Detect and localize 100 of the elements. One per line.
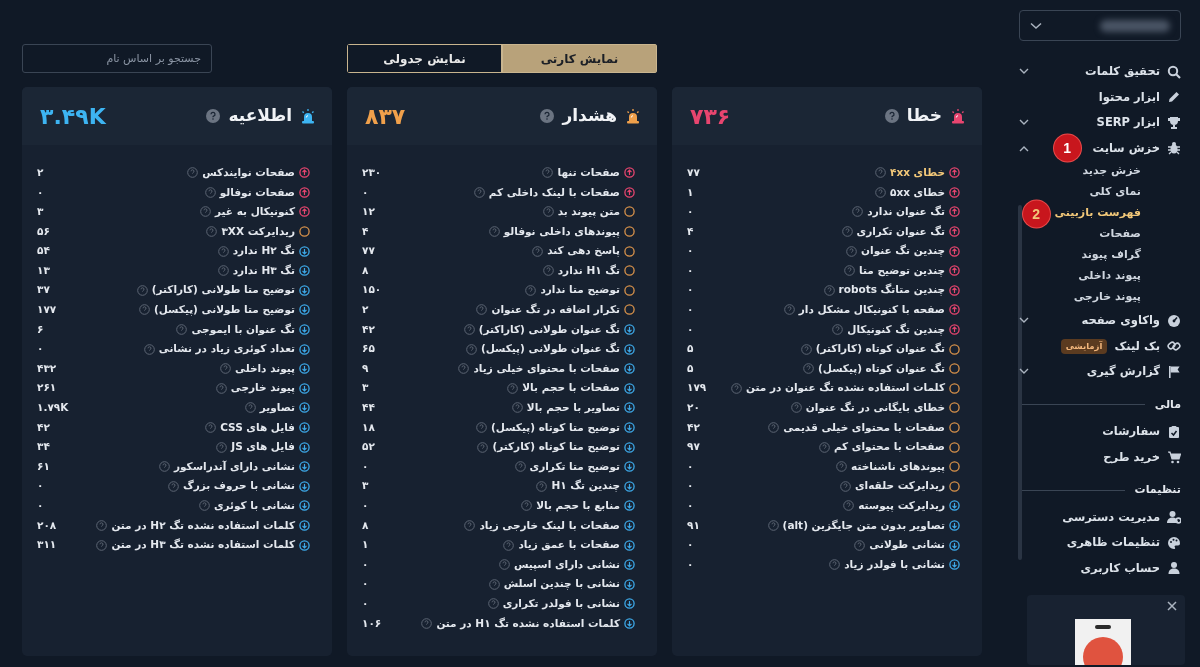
- issue-label[interactable]: نشانی طولانی: [869, 537, 945, 553]
- chevron-icon[interactable]: [1019, 68, 1029, 76]
- issue-label[interactable]: تعداد کوئری زیاد در نشانی: [158, 341, 295, 357]
- issue-label[interactable]: نشانی دارای اسپیس: [513, 556, 620, 573]
- issue-label[interactable]: تگ عنوان طولانی (پیکسل): [480, 341, 620, 357]
- chevron-icon[interactable]: [1019, 144, 1029, 152]
- issue-label[interactable]: صفحات با محتوای کم: [833, 439, 945, 455]
- issue-label[interactable]: توضیح متا کوتاه (پیکسل): [491, 419, 620, 436]
- issue-label[interactable]: توضیح متا طولانی (پیکسل): [153, 302, 295, 318]
- issue-label[interactable]: فایل های JS: [231, 439, 295, 455]
- help-icon: [884, 109, 899, 123]
- issue-label[interactable]: کلمات استفاده نشده تگ H۳ در متن: [111, 537, 295, 553]
- issue-label[interactable]: صفحات نوفالو: [219, 184, 295, 201]
- issue-label[interactable]: کلمات استفاده نشده تگ عنوان در متن: [746, 380, 945, 397]
- issue-label[interactable]: خطای بایگانی در تگ عنوان: [805, 400, 945, 416]
- issue-label[interactable]: کنونیکال به غیر: [215, 204, 295, 220]
- issue-label[interactable]: تصاویر بدون متن جایگزین (alt): [782, 517, 945, 534]
- nav-item[interactable]: تنظیمات ظاهری: [1066, 534, 1160, 552]
- issue-label[interactable]: تگ عنوان تکراری: [856, 223, 945, 240]
- issue-label[interactable]: فایل های CSS: [220, 419, 295, 436]
- issue-label[interactable]: چندین تگ عنوان: [861, 243, 945, 260]
- issue-label[interactable]: نشانی با حروف بزرگ: [182, 478, 295, 495]
- nav-item[interactable]: تحقیق کلمات: [1085, 63, 1160, 81]
- issue-label[interactable]: چندین تگ H۱: [551, 478, 620, 495]
- issue-label[interactable]: صفحات با محتوای خیلی قدیمی: [783, 419, 945, 436]
- issue-label[interactable]: نشانی با چندین اسلش: [503, 576, 620, 593]
- nav-item[interactable]: گزارش گیری: [1086, 363, 1160, 381]
- notice-down-icon: [299, 422, 310, 433]
- issue-label[interactable]: پاسخ دهی کند: [547, 243, 620, 260]
- issue-label[interactable]: صفحه با کنونیکال مشکل دار: [798, 302, 945, 318]
- issue-label[interactable]: خطای ۴xx: [890, 164, 945, 181]
- submenu-item[interactable]: صفحات: [1099, 226, 1141, 243]
- nav-item[interactable]: ابزار SERP: [1096, 114, 1160, 132]
- issue-label[interactable]: توضیح متا تکراری: [529, 458, 620, 475]
- issue-label[interactable]: پیوندهای ناشناخته: [851, 458, 945, 475]
- nav-item[interactable]: خرید طرح: [1103, 448, 1160, 466]
- view-tab[interactable]: نمایش کارتی: [502, 44, 657, 73]
- issue-label[interactable]: پیوندهای داخلی نوفالو: [503, 223, 620, 240]
- issue-label[interactable]: تگ عنوان با ایموجی: [191, 321, 295, 338]
- issue-label[interactable]: صفحات با حجم بالا: [522, 380, 620, 397]
- warning-ring-icon: [949, 441, 960, 453]
- nav-item[interactable]: خزش سایت: [1092, 139, 1160, 157]
- issue-label[interactable]: نشانی با فولدر زیاد: [844, 556, 945, 573]
- chevron-icon[interactable]: [1030, 21, 1042, 30]
- issue-label[interactable]: ریدایرکت حلقه‌ای: [855, 478, 945, 495]
- submenu-item[interactable]: خزش جدید: [1082, 163, 1141, 180]
- issue-label[interactable]: تگ H۲ ندارد: [232, 243, 295, 260]
- issue-label[interactable]: کلمات استفاده نشده تگ H۱ در متن: [436, 615, 620, 632]
- issue-label[interactable]: تگ عنوان ندارد: [867, 204, 945, 220]
- issue-label[interactable]: پیوند داخلی: [235, 360, 295, 377]
- issue-label[interactable]: پیوند خارجی: [230, 380, 295, 397]
- issue-label[interactable]: متن پیوند بد: [557, 204, 620, 220]
- issue-label[interactable]: نشانی دارای آندراسکور: [174, 458, 295, 475]
- nav-item[interactable]: واکاوی صفحه: [1081, 312, 1160, 330]
- issue-label[interactable]: صفحات با محتوای خیلی زیاد: [473, 360, 620, 377]
- issue-label[interactable]: تگ H۱ ندارد: [557, 262, 620, 279]
- issue-label[interactable]: صفحات با لینک داخلی کم: [488, 184, 620, 201]
- issue-label[interactable]: تکرار اضافه در تگ عنوان: [491, 302, 620, 318]
- issue-label[interactable]: تگ H۳ ندارد: [232, 262, 295, 279]
- issue-label[interactable]: ریدایرکت پیوسته: [858, 498, 945, 514]
- issue-label[interactable]: توضیح متا ندارد: [540, 282, 620, 299]
- issue-label[interactable]: کلمات استفاده نشده تگ H۲ در متن: [111, 517, 295, 534]
- issue-label[interactable]: توضیح متا طولانی (کاراکتر): [151, 282, 295, 299]
- issue-label[interactable]: توضیح متا کوتاه (کارکتر): [492, 439, 620, 455]
- issue-label[interactable]: تگ عنوان کوتاه (کاراکتر): [815, 341, 945, 357]
- issue-label[interactable]: چندین متاتگ robots: [838, 282, 945, 299]
- submenu-item[interactable]: پیوند داخلی: [1078, 268, 1141, 285]
- nav-item[interactable]: بک لینک: [1114, 337, 1160, 355]
- issue-label[interactable]: خطای ۵xx: [890, 184, 945, 201]
- view-tab[interactable]: نمایش جدولی: [347, 44, 502, 73]
- issue-label[interactable]: ریدایرکت ۳XX: [221, 223, 295, 240]
- notice-down-icon: [624, 539, 635, 551]
- issue-label[interactable]: چندین تگ کنونیکال: [847, 321, 945, 338]
- error-up-icon: [949, 186, 960, 198]
- issue-label[interactable]: تصاویر با حجم بالا: [526, 400, 620, 416]
- search-field[interactable]: جستجو بر اساس نام: [22, 44, 212, 73]
- issue-label[interactable]: تگ عنوان طولانی (کاراکتر): [478, 321, 620, 338]
- issue-label[interactable]: چندین توضیح متا: [859, 262, 945, 279]
- submenu-item[interactable]: پیوند خارجی: [1073, 289, 1141, 306]
- notice-down-icon: [624, 363, 635, 375]
- issue-label[interactable]: تصاویر: [259, 400, 295, 416]
- close-icon[interactable]: [1167, 601, 1177, 611]
- issue-label[interactable]: صفحات نوایندکس: [202, 164, 295, 181]
- issue-label[interactable]: صفحات با لینک خارجی زیاد: [479, 517, 620, 534]
- nav-item[interactable]: سفارشات: [1102, 423, 1160, 441]
- nav-item[interactable]: مدیریت دسترسی: [1062, 508, 1160, 526]
- submenu-item[interactable]: فهرست بازبینی: [1054, 205, 1141, 222]
- issue-label[interactable]: صفحات تنها: [557, 164, 620, 181]
- submenu-item[interactable]: گراف پیوند: [1081, 247, 1141, 264]
- issue-label[interactable]: تگ عنوان کوتاه (پیکسل): [817, 360, 945, 377]
- chevron-icon[interactable]: [1019, 317, 1029, 325]
- issue-label[interactable]: صفحات با عمق زیاد: [518, 537, 620, 553]
- issue-label[interactable]: نشانی با فولدر تکراری: [502, 596, 620, 612]
- issue-label[interactable]: منابع با حجم بالا: [536, 498, 620, 514]
- submenu-item[interactable]: نمای کلی: [1089, 184, 1141, 201]
- nav-item[interactable]: ابزار محتوا: [1098, 88, 1160, 106]
- issue-label[interactable]: نشانی با کوئری: [213, 498, 295, 514]
- nav-item[interactable]: حساب کاربری: [1080, 559, 1160, 577]
- chevron-icon[interactable]: [1019, 368, 1029, 376]
- chevron-icon[interactable]: [1019, 119, 1029, 127]
